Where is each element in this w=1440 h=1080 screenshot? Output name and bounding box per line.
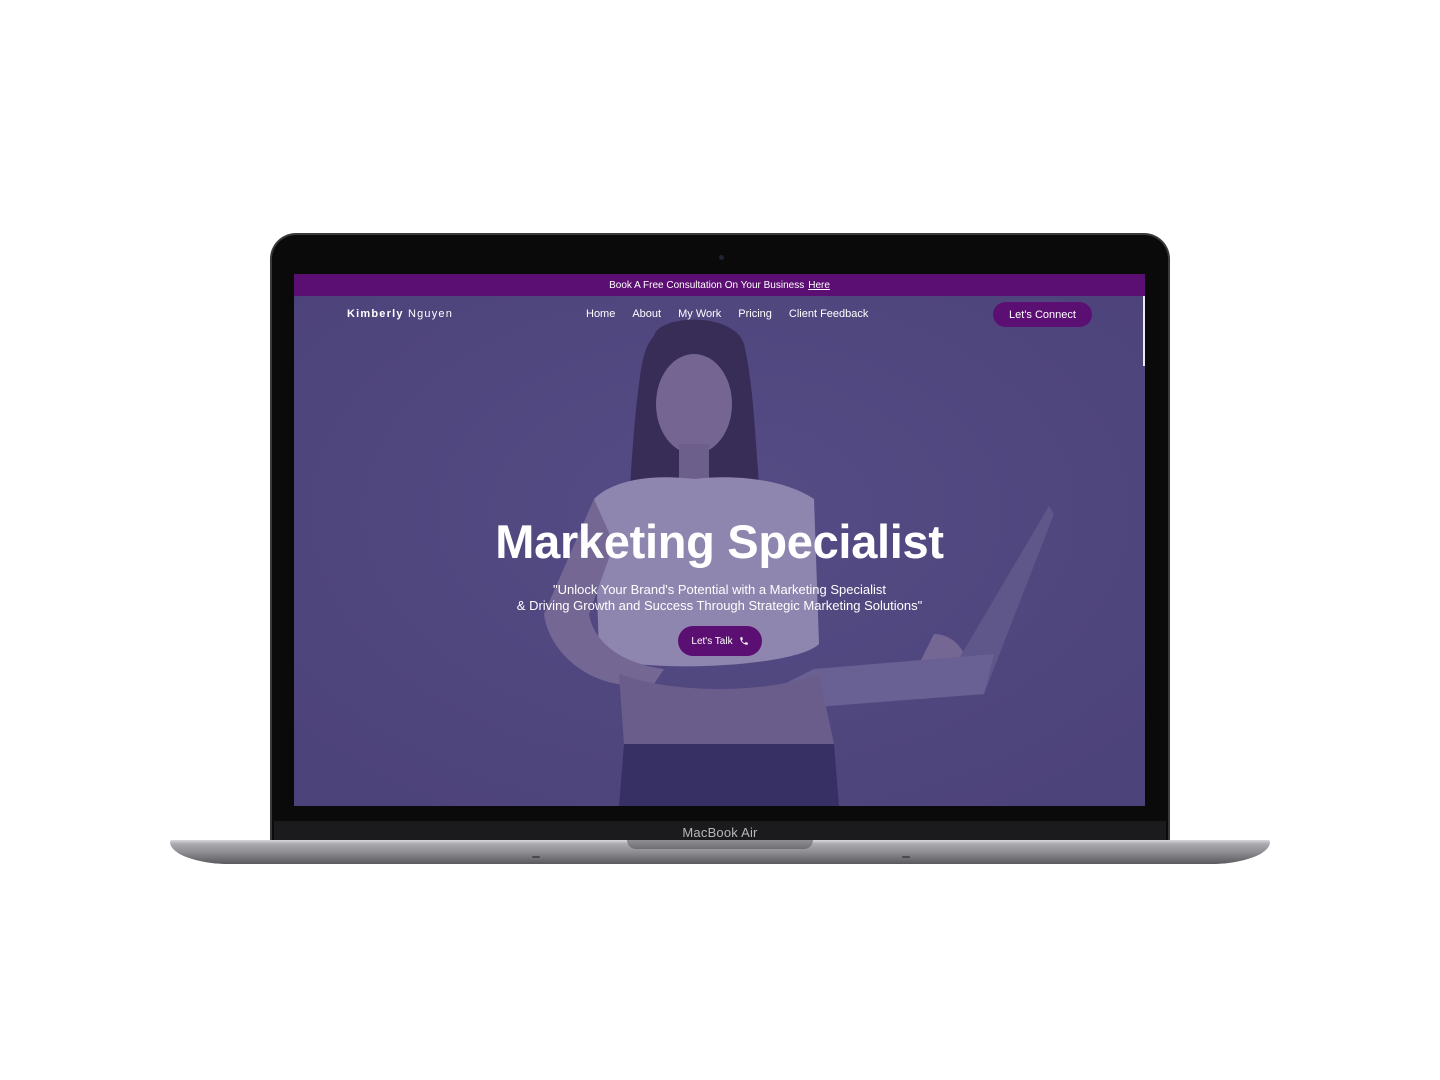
device-label: MacBook Air: [682, 824, 758, 840]
nav-link-my-work[interactable]: My Work: [678, 308, 721, 320]
laptop-base: [170, 840, 1270, 864]
lets-talk-button[interactable]: Let's Talk: [678, 626, 762, 656]
nav-link-pricing[interactable]: Pricing: [738, 308, 772, 320]
lets-talk-label: Let's Talk: [691, 635, 733, 647]
hero-subtitle-line-1: "Unlock Your Brand's Potential with a Ma…: [553, 582, 886, 597]
navbar: Kimberly Nguyen Home About My Work Prici…: [294, 296, 1145, 334]
hero-subtitle: "Unlock Your Brand's Potential with a Ma…: [294, 582, 1145, 614]
nav-link-about[interactable]: About: [632, 308, 661, 320]
announcement-text: Book A Free Consultation On Your Busines…: [609, 279, 805, 291]
camera-dot: [719, 255, 724, 260]
base-foot: [532, 856, 540, 858]
brand-last-name: Nguyen: [407, 308, 454, 320]
website-screen: Book A Free Consultation On Your Busines…: [294, 274, 1145, 806]
nav-link-client-feedback[interactable]: Client Feedback: [789, 308, 869, 320]
nav-link-home[interactable]: Home: [586, 308, 615, 320]
hero-subtitle-line-2: & Driving Growth and Success Through Str…: [516, 598, 923, 613]
brand-first-name: Kimberly: [347, 308, 404, 320]
base-foot: [902, 856, 910, 858]
brand-logo[interactable]: Kimberly Nguyen: [347, 308, 453, 320]
nav-links: Home About My Work Pricing Client Feedba…: [586, 308, 885, 320]
hinge-notch: [627, 840, 813, 849]
hero-title: Marketing Specialist: [495, 515, 944, 568]
phone-icon: [739, 637, 748, 645]
announcement-link[interactable]: Here: [808, 280, 830, 291]
announcement-bar: Book A Free Consultation On Your Busines…: [294, 274, 1145, 296]
lets-connect-button[interactable]: Let's Connect: [993, 302, 1092, 327]
